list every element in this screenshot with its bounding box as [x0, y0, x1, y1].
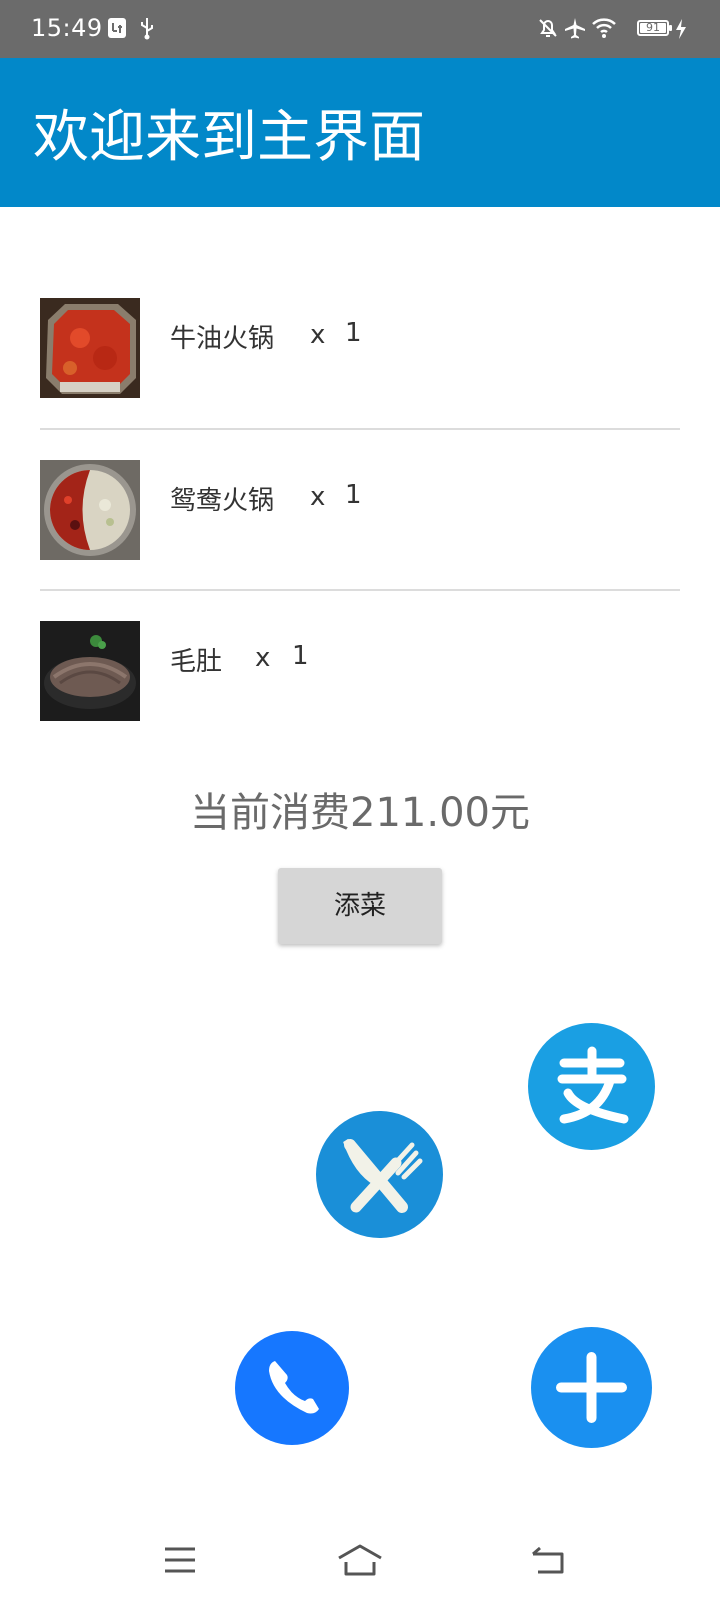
charging-icon — [676, 19, 686, 39]
alipay-icon — [557, 1046, 629, 1124]
dish-quantity: 1 — [345, 318, 362, 348]
dish-image-butter-hotpot — [40, 298, 140, 398]
menu-button[interactable] — [316, 1111, 443, 1238]
battery-level: 91 — [646, 21, 660, 34]
total-amount: 当前消费211.00元 — [190, 790, 530, 836]
dish-name: 毛肚 — [170, 647, 223, 677]
usb-icon — [141, 18, 153, 40]
dish-image-tripe — [40, 621, 140, 721]
dish-image-yuanyang-hotpot — [40, 460, 140, 560]
times-sign: x — [310, 320, 326, 350]
home-icon[interactable] — [337, 1544, 383, 1576]
back-icon[interactable] — [530, 1546, 566, 1574]
divider — [40, 428, 680, 430]
menu-icon[interactable] — [163, 1546, 197, 1574]
times-sign: x — [255, 643, 271, 673]
list-item[interactable]: 鸳鸯火锅 x 1 — [40, 460, 680, 560]
airplane-icon — [565, 18, 585, 39]
status-bar: 15:49 91 — [0, 0, 720, 58]
battery-tip — [669, 25, 672, 31]
wifi-icon — [592, 18, 616, 38]
phone-icon — [269, 1361, 319, 1414]
call-button[interactable] — [235, 1331, 349, 1445]
usb-debug-icon — [108, 18, 126, 38]
knife-fork-icon — [343, 1138, 423, 1213]
plus-icon — [556, 1352, 627, 1423]
times-sign: x — [310, 482, 326, 512]
dish-quantity: 1 — [345, 480, 362, 510]
add-dish-button[interactable]: 添菜 — [278, 868, 442, 944]
list-item[interactable]: 牛油火锅 x 1 — [40, 298, 680, 398]
add-button[interactable] — [531, 1327, 652, 1448]
divider — [40, 589, 680, 591]
list-item[interactable]: 毛肚 x 1 — [40, 621, 680, 721]
status-time: 15:49 — [31, 14, 103, 42]
battery-icon: 91 — [637, 20, 669, 36]
alipay-button[interactable] — [528, 1023, 655, 1150]
navigation-bar — [0, 1520, 720, 1600]
mute-icon — [539, 19, 557, 37]
app-bar: 欢迎来到主界面 — [0, 58, 720, 207]
dish-quantity: 1 — [292, 641, 309, 671]
page-title: 欢迎来到主界面 — [33, 105, 425, 170]
dish-name: 鸳鸯火锅 — [170, 486, 275, 516]
dish-name: 牛油火锅 — [170, 324, 275, 354]
